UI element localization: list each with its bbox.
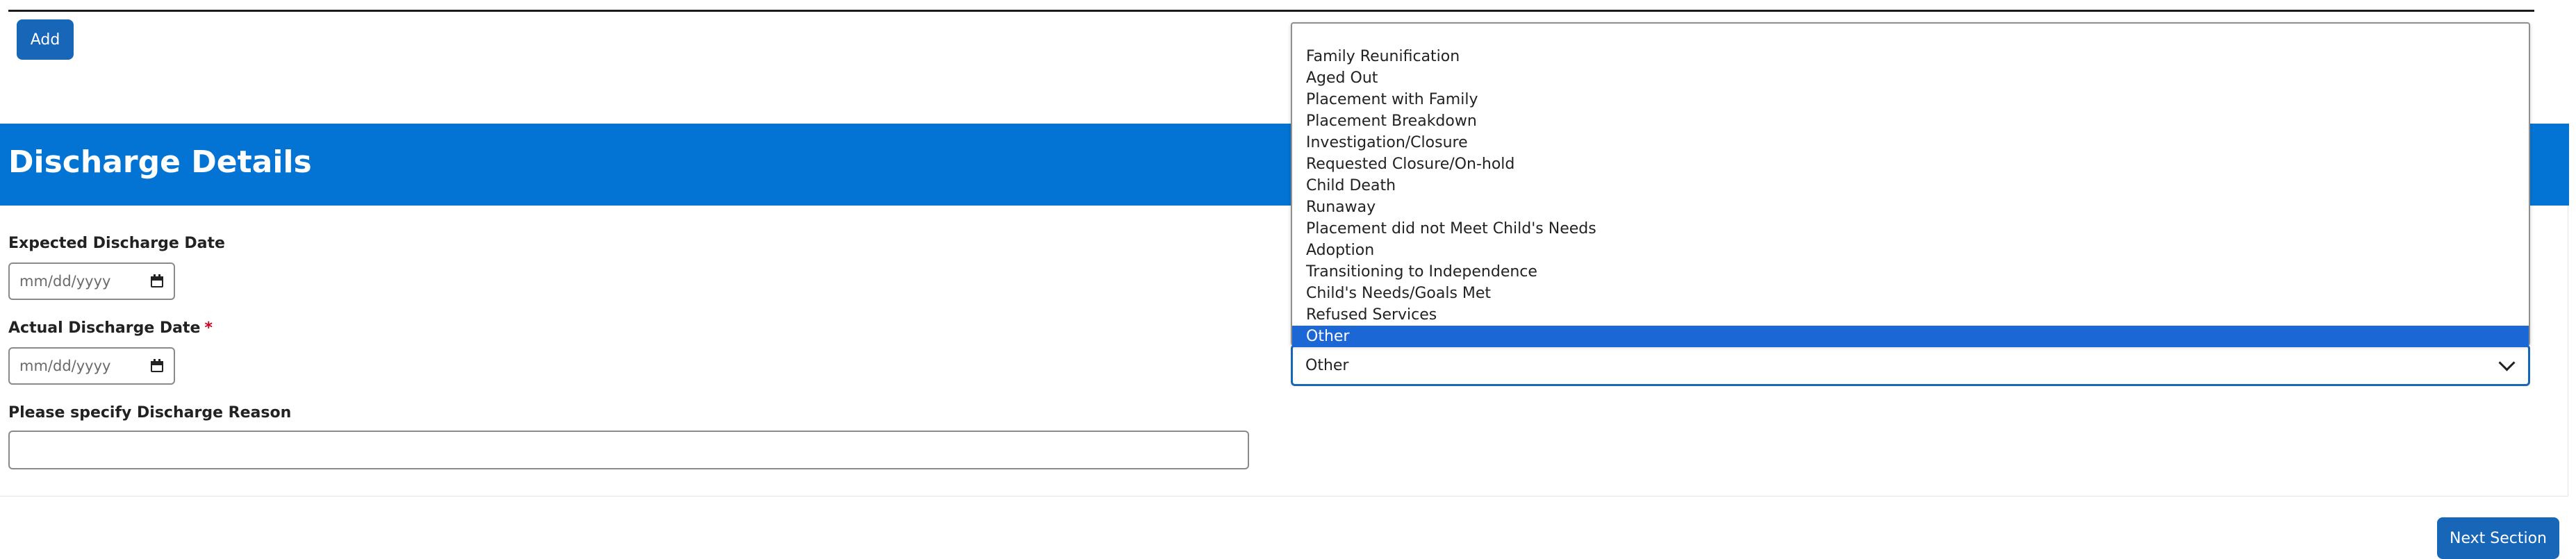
discharge-reason-select[interactable]: Other xyxy=(1291,344,2530,386)
dropdown-option[interactable]: Family Reunification xyxy=(1292,46,2529,67)
dropdown-option[interactable]: Aged Out xyxy=(1292,67,2529,89)
chevron-down-icon xyxy=(2498,353,2516,372)
section-title: Discharge Details xyxy=(8,144,312,180)
add-button[interactable]: Add xyxy=(17,19,74,60)
discharge-reason-specify-label: Please specify Discharge Reason xyxy=(8,404,292,422)
next-section-button[interactable]: Next Section xyxy=(2437,517,2559,559)
top-divider xyxy=(8,10,2534,12)
date-placeholder: mm/dd/yyyy xyxy=(19,358,111,374)
dropdown-option[interactable]: Investigation/Closure xyxy=(1292,132,2529,153)
dropdown-option[interactable]: Transitioning to Independence xyxy=(1292,261,2529,283)
actual-discharge-date-label: Actual Discharge Date * xyxy=(8,319,213,337)
calendar-icon[interactable] xyxy=(150,274,164,288)
dropdown-option[interactable]: Placement with Family xyxy=(1292,89,2529,110)
actual-discharge-date-input[interactable]: mm/dd/yyyy xyxy=(8,347,175,385)
required-marker: * xyxy=(204,319,213,337)
dropdown-option[interactable]: Refused Services xyxy=(1292,304,2529,326)
calendar-icon[interactable] xyxy=(150,359,164,373)
date-placeholder: mm/dd/yyyy xyxy=(19,273,111,290)
discharge-reason-selected-value: Other xyxy=(1305,356,1349,374)
dropdown-option[interactable]: Requested Closure/On-hold xyxy=(1292,153,2529,175)
discharge-reason-dropdown-list: Family Reunification Aged Out Placement … xyxy=(1291,22,2530,347)
expected-discharge-date-label: Expected Discharge Date xyxy=(8,235,225,252)
dropdown-option[interactable]: Child Death xyxy=(1292,175,2529,197)
expected-discharge-date-input[interactable]: mm/dd/yyyy xyxy=(8,262,175,300)
dropdown-option[interactable]: Adoption xyxy=(1292,240,2529,261)
dropdown-option[interactable]: Placement did not Meet Child's Needs xyxy=(1292,218,2529,240)
dropdown-option[interactable]: Child's Needs/Goals Met xyxy=(1292,283,2529,304)
discharge-reason-specify-input[interactable] xyxy=(8,431,1249,469)
dropdown-option[interactable]: Runaway xyxy=(1292,197,2529,218)
dropdown-option[interactable]: Placement Breakdown xyxy=(1292,110,2529,132)
dropdown-option-selected[interactable]: Other xyxy=(1292,326,2529,347)
